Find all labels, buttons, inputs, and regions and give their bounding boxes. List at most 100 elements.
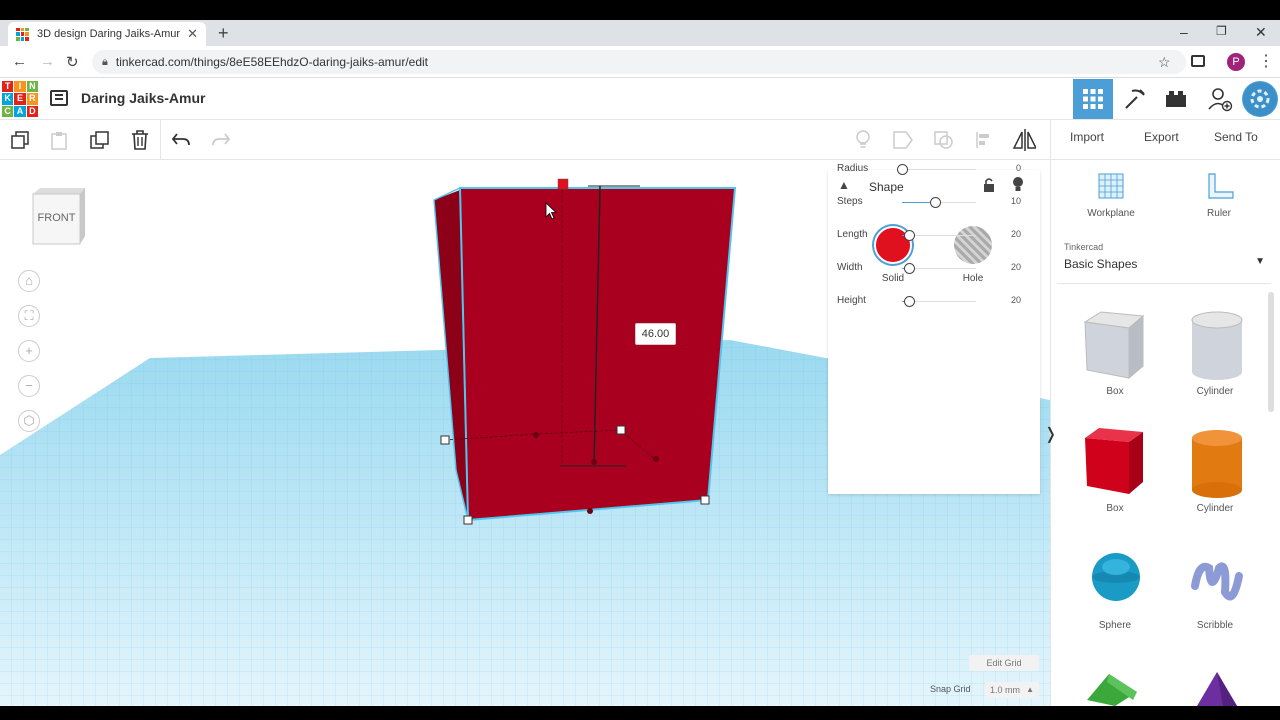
paste-button[interactable] bbox=[47, 128, 71, 152]
tinkercad-logo[interactable]: T I N K E R C A D bbox=[2, 81, 38, 117]
shape-label: Cylinder bbox=[1196, 386, 1234, 397]
shape-tile-cylinder-hole[interactable] bbox=[1189, 310, 1245, 385]
view-cube-face-label: FRONT bbox=[37, 212, 76, 224]
slider-knob[interactable] bbox=[903, 296, 915, 307]
align-button[interactable] bbox=[973, 128, 997, 152]
shape-tile-roof[interactable] bbox=[1081, 670, 1141, 711]
profile-avatar[interactable]: P bbox=[1227, 53, 1245, 71]
back-icon[interactable]: ← bbox=[12, 53, 27, 70]
paste-icon bbox=[51, 132, 67, 150]
reload-icon[interactable]: ↻ bbox=[66, 53, 79, 71]
corner-handle[interactable] bbox=[463, 515, 473, 525]
pyramid-icon bbox=[1197, 672, 1237, 706]
minimize-icon[interactable]: – bbox=[1180, 24, 1188, 40]
add-user-button[interactable] bbox=[1200, 79, 1240, 119]
duplicate-button[interactable] bbox=[88, 128, 112, 152]
edge-handle[interactable] bbox=[533, 432, 539, 438]
export-button[interactable]: Export bbox=[1144, 130, 1179, 144]
slider-knob[interactable] bbox=[903, 263, 915, 274]
shape-tile-pyramid[interactable] bbox=[1193, 670, 1243, 711]
show-all-button[interactable] bbox=[851, 128, 875, 152]
slider-knob[interactable] bbox=[930, 197, 942, 208]
restore-icon[interactable]: ❐ bbox=[1216, 24, 1227, 38]
corner-handle[interactable] bbox=[616, 425, 626, 435]
user-avatar[interactable] bbox=[1242, 81, 1278, 117]
ruler-label[interactable]: Ruler bbox=[1184, 208, 1254, 219]
slider-knob[interactable] bbox=[897, 164, 908, 175]
mirror-button[interactable] bbox=[1012, 128, 1036, 152]
shape-tile-box[interactable] bbox=[1081, 426, 1147, 503]
shape-tile-box-hole[interactable] bbox=[1081, 308, 1147, 389]
hole-swatch[interactable] bbox=[954, 226, 992, 264]
ruler-icon[interactable] bbox=[1205, 172, 1235, 202]
panel-expand-icon[interactable]: ❭ bbox=[1044, 424, 1057, 444]
forward-icon[interactable]: → bbox=[40, 53, 55, 70]
group-button[interactable] bbox=[891, 128, 915, 152]
edge-handle[interactable] bbox=[587, 508, 593, 514]
height-handle[interactable] bbox=[557, 178, 569, 190]
copy-button[interactable] bbox=[8, 128, 32, 152]
fit-view-button[interactable]: ⛶ bbox=[18, 305, 40, 327]
zoom-in-button[interactable]: + bbox=[18, 340, 40, 362]
address-bar[interactable]: 🔒︎ tinkercad.com/things/8eE58EEhdzO-dari… bbox=[92, 50, 1186, 74]
cylinder-hole-icon bbox=[1191, 311, 1243, 380]
shape-library-dropdown[interactable]: Tinkercad Basic Shapes ▼ bbox=[1057, 236, 1271, 284]
browser-menu-icon[interactable]: ⋮ bbox=[1258, 51, 1274, 71]
property-value-width[interactable]: 20 bbox=[988, 262, 1021, 272]
close-window-icon[interactable]: ✕ bbox=[1255, 24, 1267, 41]
property-slider-length[interactable] bbox=[902, 230, 976, 241]
home-icon: ⌂ bbox=[25, 273, 33, 288]
shape-tile-sphere[interactable] bbox=[1091, 552, 1141, 607]
slider-knob[interactable] bbox=[903, 230, 915, 241]
collapse-icon[interactable]: ▲ bbox=[838, 178, 850, 192]
bricks-button[interactable] bbox=[1156, 79, 1196, 119]
browser-tab[interactable]: 3D design Daring Jaiks-Amur | Ti ✕ bbox=[8, 22, 206, 46]
corner-handle[interactable] bbox=[700, 495, 710, 505]
delete-button[interactable] bbox=[128, 128, 152, 152]
lightbulb-icon[interactable] bbox=[1012, 176, 1024, 193]
property-value-radius[interactable]: 0 bbox=[988, 163, 1021, 173]
top-letterbox bbox=[0, 0, 1280, 20]
redo-button[interactable] bbox=[209, 128, 233, 152]
property-slider-width[interactable] bbox=[902, 263, 976, 274]
view-cube[interactable]: FRONT bbox=[30, 186, 85, 246]
extension-icon[interactable] bbox=[1191, 55, 1205, 67]
close-tab-icon[interactable]: ✕ bbox=[187, 26, 198, 42]
edge-handle[interactable] bbox=[653, 456, 659, 462]
bookmark-star-icon[interactable]: ☆ bbox=[1158, 54, 1171, 71]
property-slider-steps[interactable] bbox=[902, 197, 976, 208]
workplane-label[interactable]: Workplane bbox=[1076, 208, 1146, 219]
fit-icon: ⛶ bbox=[24, 308, 34, 323]
property-label-steps: Steps bbox=[837, 196, 863, 207]
edge-handle[interactable] bbox=[591, 459, 597, 465]
property-slider-height[interactable] bbox=[902, 296, 976, 307]
import-button[interactable]: Import bbox=[1070, 130, 1104, 144]
perspective-button[interactable]: ⬡ bbox=[18, 410, 40, 432]
edit-grid-button[interactable]: Edit Grid bbox=[969, 655, 1039, 671]
snap-grid-select[interactable]: 1.0 mm ▲ bbox=[985, 682, 1039, 698]
corner-handle[interactable] bbox=[440, 435, 450, 445]
edit-toolbar: Import Export Send To bbox=[0, 120, 1280, 160]
library-scrollbar[interactable] bbox=[1268, 292, 1274, 412]
workplane-icon[interactable] bbox=[1097, 172, 1125, 200]
send-to-button[interactable]: Send To bbox=[1214, 130, 1258, 144]
box-shape[interactable] bbox=[458, 187, 737, 522]
property-slider-radius[interactable] bbox=[897, 164, 976, 175]
shape-tile-scribble[interactable] bbox=[1189, 556, 1245, 615]
codeblocks-button[interactable] bbox=[1115, 79, 1155, 119]
undo-button[interactable] bbox=[169, 128, 193, 152]
shape-inspector: ▲ Shape Solid Hole Radius 0 Steps 10 Length 2… bbox=[828, 163, 1040, 494]
3d-view-button[interactable] bbox=[1073, 79, 1113, 119]
lock-icon[interactable] bbox=[982, 177, 996, 193]
property-value-steps[interactable]: 10 bbox=[988, 196, 1021, 206]
property-value-height[interactable]: 20 bbox=[988, 295, 1021, 305]
height-dimension-label[interactable]: 46.00 bbox=[635, 323, 676, 345]
property-value-length[interactable]: 20 bbox=[988, 229, 1021, 239]
home-view-button[interactable]: ⌂ bbox=[18, 270, 40, 292]
ungroup-button[interactable] bbox=[932, 128, 956, 152]
zoom-out-button[interactable]: − bbox=[18, 375, 40, 397]
design-list-icon[interactable] bbox=[50, 90, 68, 106]
shape-tile-cylinder[interactable] bbox=[1189, 426, 1245, 503]
design-name[interactable]: Daring Jaiks-Amur bbox=[81, 90, 205, 106]
new-tab-icon[interactable]: + bbox=[218, 23, 229, 44]
